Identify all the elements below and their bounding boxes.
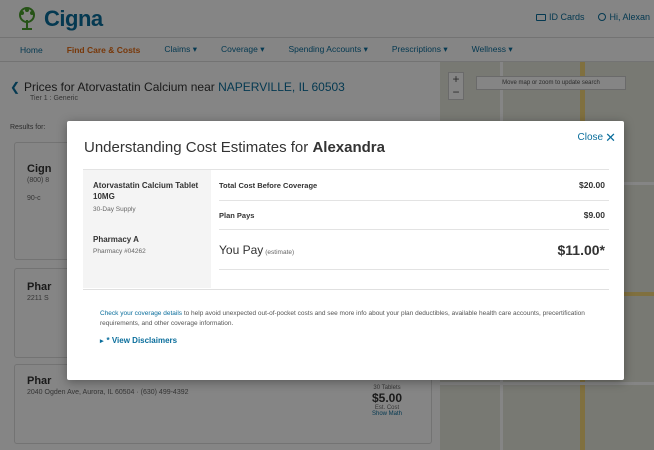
pharmacy-number: Pharmacy #04262 — [93, 248, 146, 255]
plan-pays-row: Plan Pays $9.00 — [219, 201, 609, 230]
estimate-table: Atorvastatin Calcium Tablet 10MG 30-Day … — [83, 169, 609, 288]
drug-supply: 30-Day Supply — [93, 206, 136, 213]
view-disclaimers-label: * View Disclaimers — [106, 336, 178, 345]
drug-info-column: Atorvastatin Calcium Tablet 10MG 30-Day … — [83, 170, 211, 288]
total-cost-value: $20.00 — [579, 180, 605, 190]
cost-breakdown: Total Cost Before Coverage $20.00 Plan P… — [219, 170, 609, 288]
chevron-right-icon: ▸ — [100, 337, 104, 345]
modal-divider — [83, 289, 609, 290]
you-pay-row: You Pay (estimate) $11.00* — [219, 230, 609, 270]
you-pay-text: You Pay — [219, 242, 264, 257]
drug-name: Atorvastatin Calcium Tablet 10MG — [93, 181, 199, 201]
modal-title: Understanding Cost Estimates for Alexand… — [84, 139, 385, 156]
total-cost-row: Total Cost Before Coverage $20.00 — [219, 170, 609, 201]
modal-title-prefix: Understanding Cost Estimates for — [84, 139, 313, 156]
total-cost-label: Total Cost Before Coverage — [219, 180, 318, 190]
plan-pays-label: Plan Pays — [219, 210, 255, 220]
close-icon: ✕ — [605, 129, 616, 145]
close-label: Close — [577, 132, 604, 143]
cost-estimate-modal: Understanding Cost Estimates for Alexand… — [67, 121, 624, 380]
view-disclaimers-link[interactable]: ▸ * View Disclaimers — [100, 336, 177, 345]
you-pay-value: $11.00* — [557, 241, 606, 258]
modal-title-name: Alexandra — [312, 139, 385, 156]
you-pay-estimate-note: (estimate) — [265, 248, 295, 256]
you-pay-label: You Pay (estimate) — [219, 243, 294, 257]
coverage-info-text: Check your coverage details to help avoi… — [100, 309, 590, 329]
coverage-details-link[interactable]: Check your coverage details — [100, 310, 182, 317]
plan-pays-value: $9.00 — [583, 210, 605, 220]
pharmacy-name: Pharmacy A — [93, 235, 139, 244]
close-button[interactable]: Close ✕ — [577, 129, 616, 145]
